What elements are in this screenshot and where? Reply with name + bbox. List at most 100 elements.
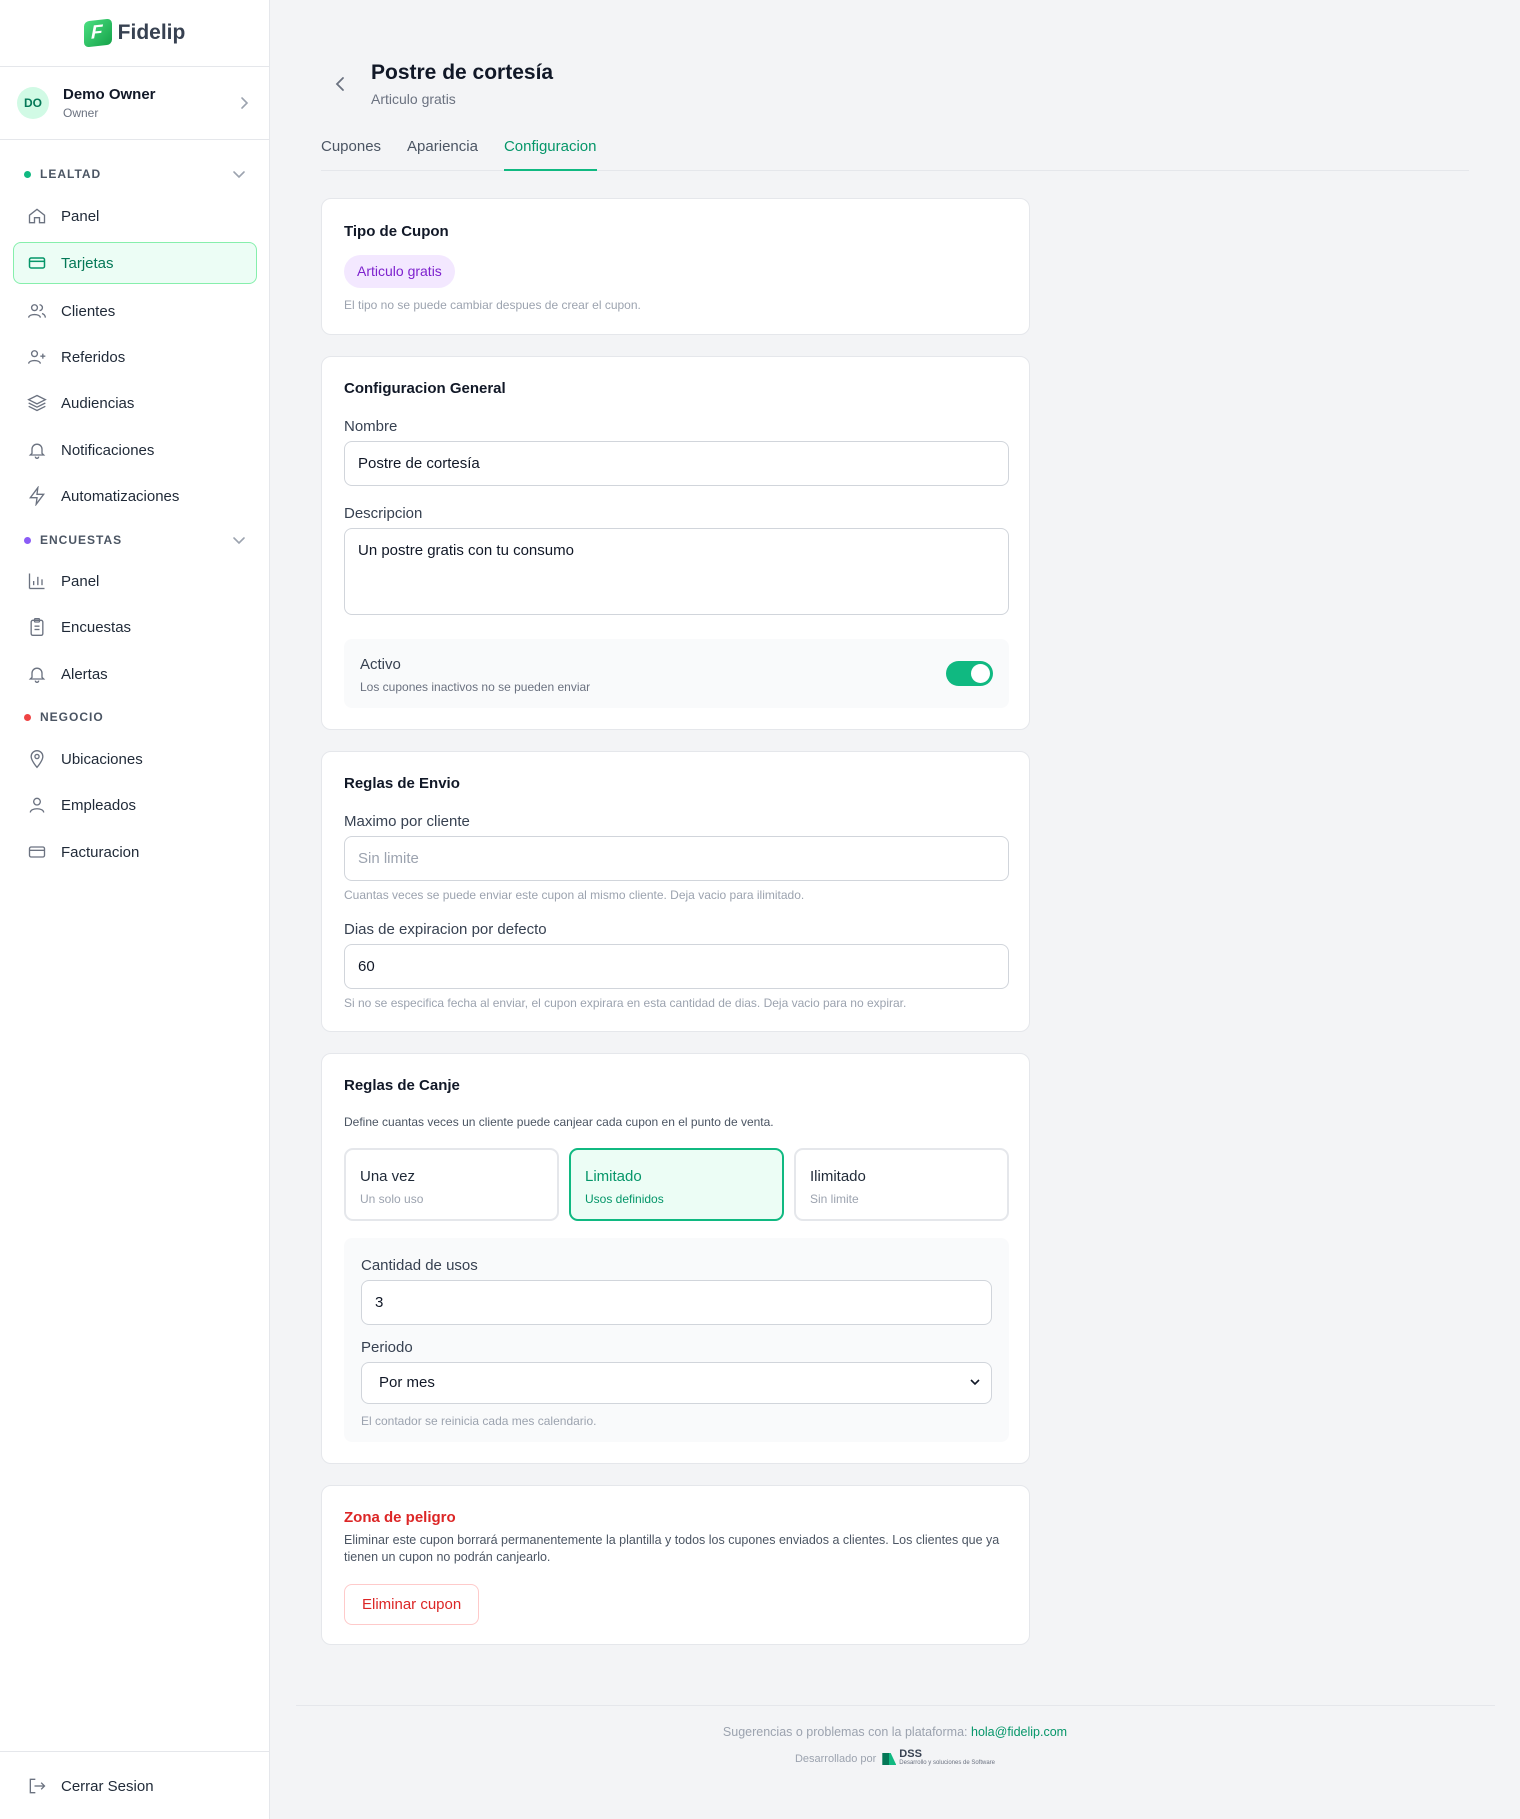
uses-count-label: Cantidad de usos xyxy=(361,1257,478,1274)
page-subtitle: Articulo gratis xyxy=(371,91,456,107)
limited-settings-box: Cantidad de usos 3 Periodo Por mes El co… xyxy=(344,1238,1009,1442)
support-email-link[interactable]: hola@fidelip.com xyxy=(971,1725,1067,1739)
redeem-option-limited[interactable]: Limitado Usos definidos xyxy=(569,1148,784,1221)
sidebar-item-ubicaciones[interactable]: Ubicaciones xyxy=(13,738,257,780)
user-name: Demo Owner xyxy=(63,86,156,103)
sidebar-item-referidos[interactable]: Referidos xyxy=(13,336,257,378)
card-title: Tipo de Cupon xyxy=(344,223,449,240)
coupon-type-help: El tipo no se puede cambiar despues de c… xyxy=(344,298,641,312)
sidebar-item-label: Panel xyxy=(61,207,100,225)
main-content: Postre de cortesía Articulo gratis Cupon… xyxy=(270,0,1520,1819)
sidebar-item-alertas[interactable]: Alertas xyxy=(13,653,257,695)
card-title: Configuracion General xyxy=(344,380,506,397)
sidebar-item-clientes[interactable]: Clientes xyxy=(13,290,257,332)
dss-brand-sub: Desarrollo y soluciones de Software xyxy=(899,1760,996,1766)
chevron-down-icon xyxy=(233,171,245,179)
option-sub: Usos definidos xyxy=(585,1192,664,1206)
uses-count-input[interactable]: 3 xyxy=(361,1280,992,1325)
back-arrow-icon[interactable] xyxy=(330,74,350,94)
active-label: Activo xyxy=(360,656,401,673)
expiration-days-help: Si no se especifica fecha al enviar, el … xyxy=(344,996,907,1010)
logout-section: Cerrar Sesion xyxy=(0,1751,270,1819)
card-icon xyxy=(28,257,46,269)
period-selected-value: Por mes xyxy=(379,1374,435,1391)
users-icon xyxy=(28,304,46,318)
option-sub: Sin limite xyxy=(810,1192,859,1206)
dss-logo-icon xyxy=(882,1753,897,1765)
dss-logo[interactable]: DSS Desarrollo y soluciones de Software xyxy=(882,1749,996,1768)
sidebar-item-label: Automatizaciones xyxy=(61,487,180,505)
active-switch[interactable] xyxy=(946,661,993,686)
sidebar-item-facturacion[interactable]: Facturacion xyxy=(13,831,257,873)
coupon-type-card: Tipo de Cupon Articulo gratis El tipo no… xyxy=(321,198,1030,335)
option-title: Una vez xyxy=(360,1168,416,1185)
user-icon xyxy=(29,797,45,813)
redeem-rules-card: Reglas de Canje Define cuantas veces un … xyxy=(321,1053,1030,1464)
sidebar-item-encuestas-panel[interactable]: Panel xyxy=(13,560,257,602)
sidebar-item-notificaciones[interactable]: Notificaciones xyxy=(13,429,257,471)
sidebar-item-label: Panel xyxy=(61,572,100,590)
sidebar-item-label: Ubicaciones xyxy=(61,750,143,768)
general-settings-card: Configuracion General Nombre Postre de c… xyxy=(321,356,1030,730)
footer-dev-text: Desarrollado por xyxy=(794,1753,877,1765)
card-title: Reglas de Canje xyxy=(344,1077,460,1094)
coupon-type-badge: Articulo gratis xyxy=(344,255,455,288)
sidebar-item-audiencias[interactable]: Audiencias xyxy=(13,382,257,424)
option-sub: Un solo uso xyxy=(360,1192,424,1206)
tab-configuracion[interactable]: Configuracion xyxy=(503,130,597,171)
card-title: Reglas de Envio xyxy=(344,775,460,792)
sidebar-item-panel[interactable]: Panel xyxy=(13,195,257,237)
section-encuestas[interactable]: ENCUESTAS xyxy=(24,533,246,547)
switch-knob xyxy=(971,664,990,683)
logout-button[interactable]: Cerrar Sesion xyxy=(13,1765,257,1807)
delete-coupon-button[interactable]: Eliminar cupon xyxy=(344,1584,480,1625)
redeem-option-once[interactable]: Una vez Un solo uso xyxy=(344,1148,559,1221)
footer-text: Sugerencias o problemas con la plataform… xyxy=(722,1725,968,1739)
clipboard-icon xyxy=(30,618,44,636)
sidebar-item-tarjetas[interactable]: Tarjetas xyxy=(13,242,257,284)
section-dot xyxy=(24,170,31,178)
period-help: El contador se reinicia cada mes calenda… xyxy=(361,1414,597,1428)
section-negocio[interactable]: NEGOCIO xyxy=(24,710,246,724)
sidebar-item-label: Empleados xyxy=(61,796,137,814)
sidebar-item-encuestas[interactable]: Encuestas xyxy=(13,606,257,648)
tab-apariencia[interactable]: Apariencia xyxy=(407,130,478,171)
card-icon xyxy=(28,846,46,858)
redeem-rules-desc: Define cuantas veces un cliente puede ca… xyxy=(344,1115,774,1129)
bolt-icon xyxy=(29,486,45,506)
tab-cupones[interactable]: Cupones xyxy=(321,130,381,171)
max-per-client-label: Maximo por cliente xyxy=(344,813,470,830)
name-label: Nombre xyxy=(344,418,398,435)
sidebar-item-label: Notificaciones xyxy=(61,441,155,459)
send-rules-card: Reglas de Envio Maximo por cliente Sin l… xyxy=(321,751,1030,1032)
max-per-client-input[interactable]: Sin limite xyxy=(344,836,1009,881)
footer-support: Sugerencias o problemas con la plataform… xyxy=(270,1725,1520,1739)
option-title: Ilimitado xyxy=(810,1168,866,1185)
chevron-down-icon xyxy=(970,1379,980,1386)
name-input[interactable]: Postre de cortesía xyxy=(344,441,1009,486)
redeem-option-unlimited[interactable]: Ilimitado Sin limite xyxy=(794,1148,1009,1221)
section-label: ENCUESTAS xyxy=(40,533,123,547)
description-label: Descripcion xyxy=(344,505,423,522)
expiration-days-input[interactable]: 60 xyxy=(344,944,1009,989)
sidebar-item-empleados[interactable]: Empleados xyxy=(13,784,257,826)
sidebar-item-label: Facturacion xyxy=(61,843,140,861)
sidebar: F Fidelip DO Demo Owner Owner LEALTAD Pa… xyxy=(0,0,270,1819)
section-lealtad[interactable]: LEALTAD xyxy=(24,167,246,181)
description-textarea[interactable]: Un postre gratis con tu consumo xyxy=(344,528,1009,615)
tab-bar: Cupones Apariencia Configuracion xyxy=(321,130,1469,171)
bell-icon xyxy=(28,667,46,683)
page-title: Postre de cortesía xyxy=(371,61,554,84)
app-logo[interactable]: F Fidelip xyxy=(0,0,269,67)
danger-zone-title: Zona de peligro xyxy=(344,1509,456,1526)
option-title: Limitado xyxy=(585,1168,642,1185)
sidebar-item-label: Clientes xyxy=(61,302,116,320)
app-name: Fidelip xyxy=(117,21,186,44)
logout-label: Cerrar Sesion xyxy=(61,1777,154,1795)
chevron-down-icon xyxy=(233,537,245,545)
active-help: Los cupones inactivos no se pueden envia… xyxy=(360,680,591,694)
period-select[interactable]: Por mes xyxy=(361,1362,992,1404)
avatar: DO xyxy=(17,87,49,119)
sidebar-item-automatizaciones[interactable]: Automatizaciones xyxy=(13,475,257,517)
user-profile[interactable]: DO Demo Owner Owner xyxy=(0,67,269,140)
